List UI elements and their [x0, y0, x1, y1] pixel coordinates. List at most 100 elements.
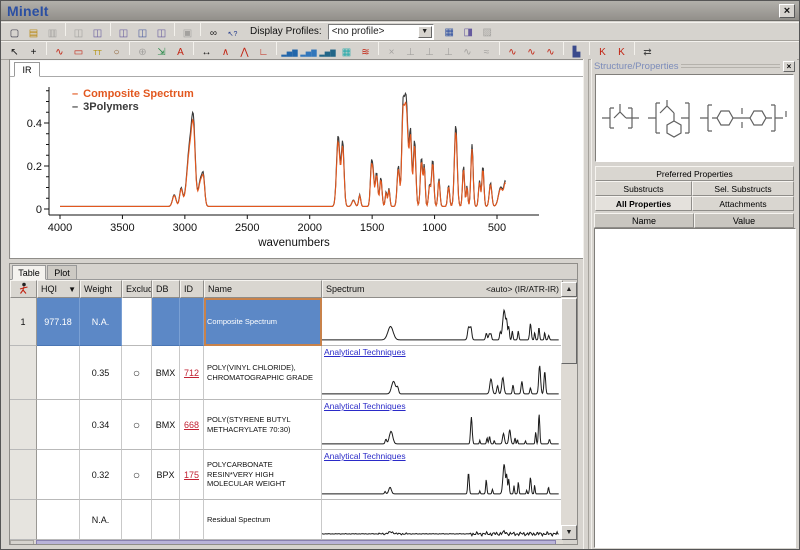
scroll-down-button[interactable]: ▼	[561, 525, 577, 540]
peak-table-icon[interactable]: ∿	[51, 45, 68, 60]
atr-correction-icon[interactable]: ⇄	[639, 45, 656, 60]
table-row[interactable]: 1 977.18 N.A. Composite Spectrum	[10, 298, 563, 346]
hqi-cell[interactable]	[37, 400, 80, 450]
weight-cell[interactable]: N.A.	[80, 298, 122, 346]
hqi-cell[interactable]	[37, 450, 80, 500]
scrollbar-thumb[interactable]	[561, 298, 577, 364]
table-row[interactable]: 0.34 ○ BMX 668 POLY(STYRENE BUTYL METHAC…	[10, 400, 563, 450]
baseline-correct-icon[interactable]: ⊥	[402, 45, 419, 60]
column-header-db[interactable]: DB	[152, 280, 180, 298]
hqi-cell[interactable]	[37, 346, 80, 400]
copy-table-icon[interactable]: ◫	[153, 26, 170, 41]
derivative-icon[interactable]: ⊥	[440, 45, 457, 60]
name-cell[interactable]: POLY(VINYL CHLORIDE), CHROMATOGRAPHIC GR…	[204, 346, 322, 400]
column-header-value[interactable]: Value	[694, 213, 794, 228]
hqi-cell[interactable]	[37, 500, 80, 540]
pan-hand-icon[interactable]: ○	[108, 45, 125, 60]
tab-sel-substructs[interactable]: Sel. Substructs	[692, 181, 794, 196]
display-profiles-combobox[interactable]: <no profile> ▼	[328, 24, 434, 40]
copy-structure-icon[interactable]: ◫	[134, 26, 151, 41]
exclude-toggle[interactable]: ○	[133, 419, 140, 431]
exclude-cell[interactable]: ○	[122, 450, 152, 500]
tab-attachments[interactable]: Attachments	[692, 196, 794, 211]
table-row[interactable]: N.A. Residual Spectrum	[10, 500, 563, 540]
id-cell[interactable]: 668	[180, 400, 204, 450]
transfer-trace-icon[interactable]: ∟	[255, 45, 272, 60]
row-number-cell[interactable]	[10, 400, 37, 450]
copy-spectrum-icon[interactable]: ◫	[115, 26, 132, 41]
normalize-icon[interactable]: ∿	[459, 45, 476, 60]
stack-traces-icon[interactable]: ⋀	[236, 45, 253, 60]
record-id-link[interactable]: 175	[184, 470, 199, 480]
panel-close-button[interactable]: ×	[783, 61, 795, 72]
column-header-status[interactable]	[10, 280, 37, 298]
copy-special-icon[interactable]: ◫	[89, 26, 106, 41]
tab-substructs[interactable]: Substructs	[595, 181, 692, 196]
context-help-icon[interactable]: ↖?	[224, 27, 241, 42]
panel-splitter[interactable]	[583, 59, 589, 550]
scroll-up-button[interactable]: ▲	[561, 282, 577, 297]
offset-trace-icon[interactable]: ↔	[198, 45, 215, 60]
weight-cell[interactable]: 0.35	[80, 346, 122, 400]
compare-view-icon[interactable]: ≋	[357, 45, 374, 60]
spectrum-cell[interactable]: Analytical Techniques	[322, 346, 563, 400]
db-cell[interactable]: BMX	[152, 400, 180, 450]
exclude-cell[interactable]: ○	[122, 346, 152, 400]
open-folder-icon[interactable]: ▤	[25, 26, 42, 41]
record-id-link[interactable]: 668	[184, 420, 199, 430]
chevron-down-icon[interactable]: ▼	[418, 26, 432, 38]
tab-ir[interactable]: IR	[14, 62, 40, 77]
id-cell[interactable]	[180, 298, 204, 346]
ksearch-alt-icon[interactable]: K	[613, 45, 630, 60]
spectrum-cell[interactable]	[322, 298, 563, 346]
analytical-techniques-link[interactable]: Analytical Techniques	[324, 401, 406, 411]
name-cell[interactable]: POLY(STYRENE BUTYL METHACRYLATE 70:30)	[204, 400, 322, 450]
mixture-search-icon[interactable]: ∿	[523, 45, 540, 60]
tab-table[interactable]: Table	[12, 265, 46, 280]
record-id-link[interactable]: 712	[184, 368, 199, 378]
db-cell[interactable]: BPX	[152, 450, 180, 500]
select-cursor-icon[interactable]: ↖	[6, 45, 23, 60]
row-number-cell[interactable]	[10, 346, 37, 400]
exclude-cell[interactable]: ○	[122, 400, 152, 450]
overlay-traces-icon[interactable]: ∧	[217, 45, 234, 60]
table-row[interactable]: 0.35 ○ BMX 712 POLY(VINYL CHLORIDE), CHR…	[10, 346, 563, 400]
scrollbar-thumb[interactable]	[36, 540, 556, 545]
vertical-scrollbar[interactable]: ▲ ▼	[561, 282, 577, 540]
table-view-icon[interactable]: ▦	[441, 26, 458, 41]
name-cell[interactable]: POLYCARBONATE RESIN*VERY HIGH MOLECULAR …	[204, 450, 322, 500]
profile-manager-icon[interactable]: ◨	[460, 26, 477, 41]
column-header-id[interactable]: ID	[180, 280, 204, 298]
scale-axes-icon[interactable]: ⇲	[153, 45, 170, 60]
column-header-exclude[interactable]: Exclude	[122, 280, 152, 298]
zoom-icon[interactable]: ⊕	[134, 45, 151, 60]
new-document-icon[interactable]: ▢	[6, 26, 23, 41]
add-annotation-icon[interactable]: +	[25, 45, 42, 60]
column-header-name[interactable]: Name	[594, 213, 694, 228]
spectrum-cell[interactable]: Analytical Techniques	[322, 450, 563, 500]
export-icon[interactable]: ▨	[479, 26, 496, 41]
weight-cell[interactable]: N.A.	[80, 500, 122, 540]
row-number-cell[interactable]	[10, 450, 37, 500]
column-header-hqi[interactable]: HQI ▼	[37, 280, 80, 298]
hqi-cell[interactable]: 977.18	[37, 298, 80, 346]
subtract-icon[interactable]: ≈	[478, 45, 495, 60]
weight-cell[interactable]: 0.34	[80, 400, 122, 450]
name-cell[interactable]: Composite Spectrum	[204, 298, 322, 346]
db-cell[interactable]: BMX	[152, 346, 180, 400]
exclude-toggle[interactable]: ○	[133, 367, 140, 379]
weight-cell[interactable]: 0.32	[80, 450, 122, 500]
column-header-spectrum[interactable]: Spectrum <auto> (IR/ATR-IR)	[322, 280, 563, 298]
exclude-region-icon[interactable]: ×	[383, 45, 400, 60]
db-cell[interactable]	[152, 500, 180, 540]
save-icon[interactable]: ▥	[44, 26, 61, 41]
sort-descending-icon[interactable]: ▼	[68, 285, 76, 294]
functional-groups-icon[interactable]: ▙	[568, 45, 585, 60]
active-region-icon[interactable]: ▭	[70, 45, 87, 60]
exclude-cell[interactable]	[122, 298, 152, 346]
db-cell[interactable]	[152, 298, 180, 346]
analytical-techniques-link[interactable]: Analytical Techniques	[324, 451, 406, 461]
id-cell[interactable]: 712	[180, 346, 204, 400]
smooth-icon[interactable]: ⊥	[421, 45, 438, 60]
exclude-toggle[interactable]: ○	[133, 469, 140, 481]
